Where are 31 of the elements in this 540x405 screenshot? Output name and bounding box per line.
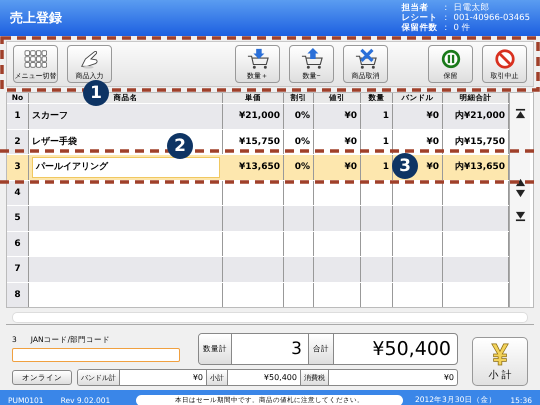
info-value: 0 件 — [454, 23, 472, 33]
grid-icon — [22, 48, 50, 70]
table-row[interactable]: 8 — [7, 282, 509, 307]
scroll-top-icon[interactable] — [514, 108, 526, 119]
info-separator: ： — [442, 23, 452, 33]
code-input-field[interactable] — [12, 348, 180, 362]
subtotal-button[interactable]: 小 計 — [472, 337, 528, 386]
table-row[interactable]: 6 — [7, 230, 509, 256]
info-separator: ： — [442, 13, 452, 23]
table-row[interactable]: 5 — [7, 205, 509, 230]
info-value: 001-40966-03465 — [454, 13, 530, 23]
window-title: 売上登録 — [10, 10, 62, 27]
table-cell: パールイアリング — [32, 157, 220, 178]
info-label: 保留件数 — [402, 23, 439, 33]
scroll-down-icon[interactable] — [514, 188, 526, 199]
row-number: 4 — [7, 180, 29, 205]
yen-icon — [489, 342, 511, 366]
info-label: レシート — [402, 13, 439, 23]
table-row[interactable]: 1 スカーフ ¥21,000 0% ¥0 1 ¥0 内¥21,000 — [7, 103, 509, 128]
row-number: 6 — [7, 232, 29, 256]
scroll-bottom-icon[interactable] — [514, 211, 526, 222]
table-row[interactable]: 7 — [7, 256, 509, 282]
row-number: 8 — [7, 282, 29, 307]
row-number: 2 — [7, 130, 29, 154]
horizontal-scrollbar[interactable] — [12, 312, 528, 322]
info-separator: ： — [442, 3, 452, 13]
grand-total: ¥50,400 — [371, 337, 452, 362]
info-value: 日電太郎 — [454, 3, 491, 13]
info-label: 担当者 — [402, 3, 430, 13]
scroll-up-icon[interactable] — [514, 177, 526, 188]
tax-value: ¥0 — [442, 372, 455, 384]
